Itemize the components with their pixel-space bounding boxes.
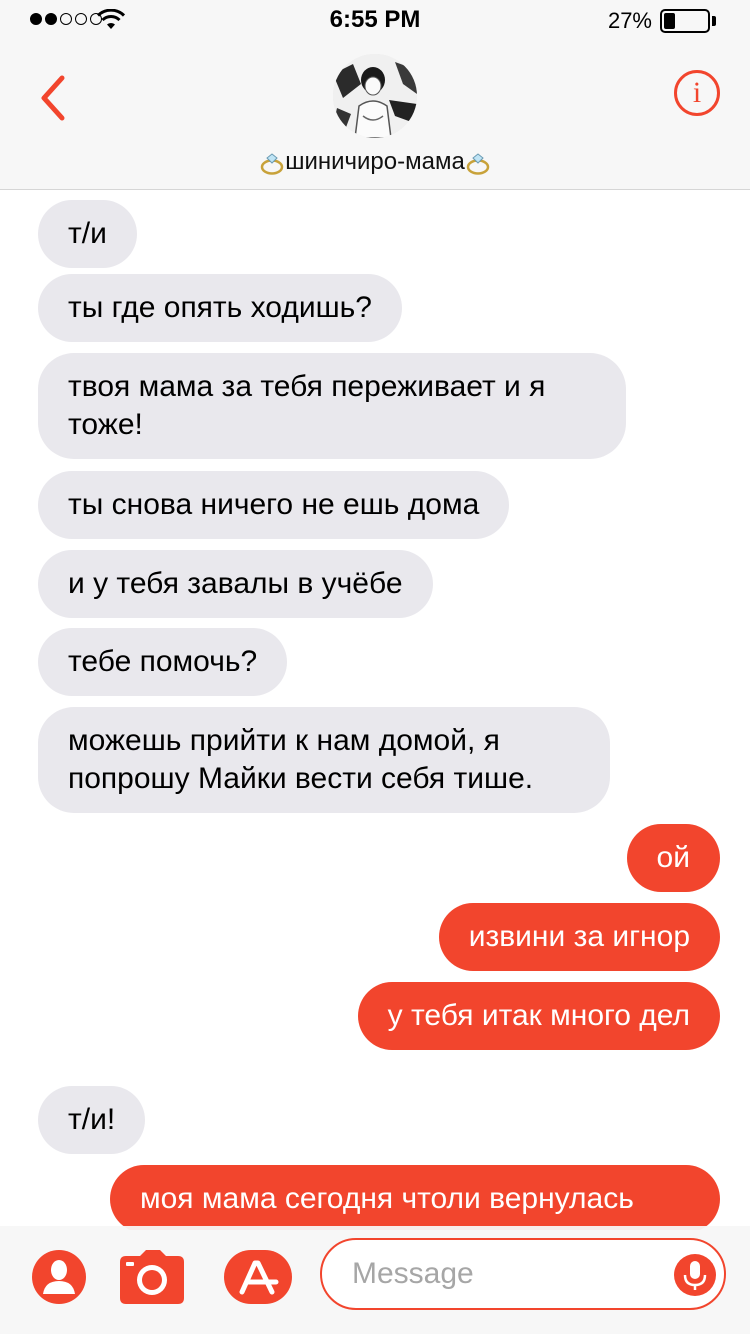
contact-button[interactable]: [32, 1250, 86, 1304]
app-store-icon: [239, 1260, 279, 1295]
info-icon: i: [692, 76, 702, 109]
incoming-message-bubble[interactable]: ты снова ничего не ешь дома: [38, 471, 510, 539]
incoming-message-bubble[interactable]: тебе помочь?: [38, 628, 288, 696]
app-store-button[interactable]: [224, 1250, 292, 1304]
back-chevron-icon: [41, 75, 65, 121]
microphone-icon: [683, 1261, 707, 1290]
camera-icon: [120, 1250, 184, 1304]
microphone-button[interactable]: [674, 1254, 716, 1296]
info-button[interactable]: i: [674, 70, 720, 116]
incoming-message-bubble[interactable]: и у тебя завалы в учёбе: [38, 550, 433, 618]
outgoing-message-bubble[interactable]: моя мама сегодня чтоли вернулась: [110, 1165, 720, 1230]
outgoing-message-bubble[interactable]: извини за игнор: [438, 903, 720, 971]
conversation-header: шиничиро-мама i: [0, 40, 750, 190]
camera-button[interactable]: [120, 1250, 184, 1304]
status-bar: 6:55 PM 27%: [0, 0, 750, 40]
message-input[interactable]: [320, 1238, 726, 1310]
outgoing-message-bubble[interactable]: ой: [626, 824, 720, 892]
incoming-message-bubble[interactable]: ты где опять ходишь?: [38, 274, 402, 342]
contact-icon: [43, 1260, 75, 1294]
contact-name[interactable]: шиничиро-мама: [0, 148, 750, 176]
contact-avatar[interactable]: [333, 54, 417, 138]
contact-name-text: шиничиро-мама: [285, 148, 465, 175]
battery-icon: [660, 9, 710, 33]
incoming-message-bubble[interactable]: можешь прийти к нам домой, я попрошу Май…: [38, 707, 610, 813]
message-thread: т/и ты где опять ходишь? твоя мама за те…: [0, 190, 750, 1230]
back-button[interactable]: [30, 68, 76, 128]
diamond-ring-icon: [260, 153, 284, 175]
battery-percentage: 27%: [607, 8, 652, 33]
diamond-ring-icon: [466, 153, 490, 175]
battery-tip: [712, 16, 716, 26]
incoming-message-bubble[interactable]: т/и: [38, 200, 137, 268]
incoming-message-bubble[interactable]: т/и!: [38, 1086, 146, 1154]
compose-bar: [0, 1226, 750, 1334]
outgoing-message-bubble[interactable]: у тебя итак много дел: [357, 982, 720, 1050]
avatar-image: [333, 54, 417, 138]
incoming-message-bubble[interactable]: твоя мама за тебя переживает и я тоже!: [38, 353, 626, 459]
